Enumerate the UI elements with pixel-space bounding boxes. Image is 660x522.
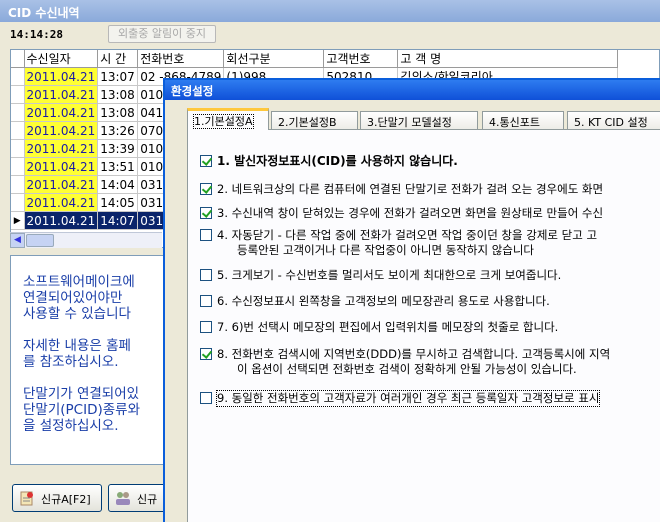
info-panel: 소프트웨어메이크에 연결되어있어야만 사용할 수 있습니다 자세한 내용은 홈페 를… (10, 255, 170, 465)
col-phone[interactable]: 전화번호 (137, 50, 225, 68)
row-indicator (11, 157, 25, 176)
grid-horizontal-scrollbar[interactable]: ◀ (10, 232, 162, 248)
cell-time: 13:07 (97, 67, 139, 86)
option-label: 9. 동일한 전화번호의 고객자료가 여러개인 경우 최근 등록일자 고객정보로… (215, 390, 601, 407)
cell-time: 13:26 (97, 121, 139, 140)
checkbox[interactable] (200, 229, 212, 241)
cell-time: 14:04 (97, 175, 139, 194)
new-customer-b-label: 신규 (137, 493, 158, 506)
option-label: 7. 6)번 선택시 메모장의 편집에서 입력위치를 메모장의 첫줄로 합니다. (217, 320, 559, 334)
tab-basic-a[interactable]: 1.기본설정A (187, 108, 269, 130)
cell-date: 2011.04.21 (24, 211, 99, 230)
dialog-title: 환경설정 (171, 84, 214, 98)
info-text: 를 참조하십시오. (23, 354, 119, 370)
info-text: 사용할 수 있습니다 (23, 306, 131, 322)
cell-time: 13:51 (97, 157, 139, 176)
checkbox[interactable] (200, 155, 212, 167)
info-text: 소프트웨어메이크에 (23, 274, 135, 290)
tab-kt-cid[interactable]: 5. KT CID 설정 (567, 111, 660, 130)
cell-date: 2011.04.21 (24, 157, 99, 176)
tab-terminal-model[interactable]: 3.단말기 모델설정 (360, 111, 478, 130)
row-indicator (11, 121, 25, 140)
row-indicator (11, 103, 25, 122)
info-text: 단말기가 연결되어있 (23, 386, 140, 402)
cell-date: 2011.04.21 (24, 175, 99, 194)
tab-label: 1.기본설정A (193, 114, 254, 129)
option-label: 5. 크게보기 - 수신번호를 멀리서도 보이게 최대한으로 크게 보여줍니다. (217, 268, 562, 282)
info-text: 자세한 내용은 홈페 (23, 338, 131, 354)
cell-time: 13:39 (97, 139, 139, 158)
settings-dialog: 환경설정 1.기본설정A 2.기본설정B 3.단말기 모델설정 4.통신포트 5… (163, 78, 660, 522)
checkbox[interactable] (200, 183, 212, 195)
option-label: 2. 네트워크상의 다른 컴퓨터에 연결된 단말기로 전화가 걸려 오는 경우에… (217, 182, 604, 196)
cell-date: 2011.04.21 (24, 139, 99, 158)
new-customer-icon (20, 491, 33, 506)
cell-date: 2011.04.21 (24, 67, 99, 86)
scroll-left-icon[interactable]: ◀ (10, 233, 25, 248)
cell-time: 14:07 (97, 211, 139, 230)
new-customer-a-button[interactable]: 신규A[F2] (12, 484, 102, 512)
checkbox[interactable] (200, 321, 212, 333)
col-date[interactable]: 수신일자 (24, 50, 99, 68)
row-indicator-header (11, 50, 25, 68)
option-label: 8. 전화번호 검색시에 지역번호(DDD)를 무시하고 검색합니다. 고객등록… (217, 347, 611, 361)
option-label-line2: 이 옵션이 선택되면 전화번호 검색이 정확하게 안될 가능성이 있습니다. (237, 362, 577, 376)
info-text: 을 설정하십시오. (23, 418, 119, 434)
row-indicator (11, 193, 25, 212)
clock: 14:14:28 (10, 28, 63, 41)
cell-time: 13:08 (97, 85, 139, 104)
option-label: 4. 자동닫기 - 다른 작업 중에 전화가 걸려오면 작업 중이던 창을 강제… (217, 228, 598, 242)
option-label: 3. 수신내역 창이 닫혀있는 경우에 전화가 걸려오면 화면을 원상태로 만들… (217, 206, 604, 220)
main-window-title: CID 수신내역 (0, 0, 660, 22)
col-custname[interactable]: 고 객 명 (397, 50, 619, 68)
row-indicator (11, 67, 25, 86)
col-time[interactable]: 시 간 (97, 50, 139, 68)
checkbox[interactable] (200, 269, 212, 281)
option-label: 1. 발신자정보표시(CID)를 사용하지 않습니다. (217, 154, 458, 168)
window-title-text: CID 수신내역 (8, 6, 80, 20)
info-text: 단말기(PCID)종류와 (23, 402, 140, 418)
tab-basic-b[interactable]: 2.기본설정B (271, 111, 358, 130)
option-label: 6. 수신정보표시 왼쪽창을 고객정보의 메모장관리 용도로 사용합니다. (217, 294, 550, 308)
settings-panel-basic-a: 1. 발신자정보표시(CID)를 사용하지 않습니다. 2. 네트워크상의 다른… (187, 129, 660, 522)
cell-date: 2011.04.21 (24, 121, 99, 140)
info-text: 연결되어있어야만 (23, 290, 123, 306)
grid-header-row: 수신일자 시 간 전화번호 회선구분 고객번호 고 객 명 (11, 50, 619, 68)
customers-icon (116, 492, 130, 505)
cell-time: 14:05 (97, 193, 139, 212)
checkbox[interactable] (200, 295, 212, 307)
checkbox[interactable] (200, 348, 212, 360)
current-row-arrow-icon: ▶ (11, 211, 25, 230)
cell-date: 2011.04.21 (24, 193, 99, 212)
row-indicator (11, 175, 25, 194)
cell-date: 2011.04.21 (24, 103, 99, 122)
option-label-line2: 등록안된 고객이거나 다른 작업중이 아니면 동작하지 않습니다 (237, 243, 535, 257)
row-indicator (11, 85, 25, 104)
checkbox[interactable] (200, 207, 212, 219)
tab-comm-port[interactable]: 4.통신포트 (482, 111, 564, 130)
col-line[interactable]: 회선구분 (223, 50, 325, 68)
col-custno[interactable]: 고객번호 (323, 50, 399, 68)
new-customer-a-label: 신규A[F2] (41, 493, 91, 506)
row-indicator (11, 139, 25, 158)
toolbar: 14:14:28 외출중 알림이 중지 (0, 22, 660, 46)
stop-alarm-button[interactable]: 외출중 알림이 중지 (108, 25, 216, 43)
checkbox[interactable] (200, 392, 212, 404)
cell-time: 13:08 (97, 103, 139, 122)
dialog-title-bar: 환경설정 (165, 80, 660, 100)
scroll-thumb[interactable] (26, 234, 54, 247)
cell-date: 2011.04.21 (24, 85, 99, 104)
